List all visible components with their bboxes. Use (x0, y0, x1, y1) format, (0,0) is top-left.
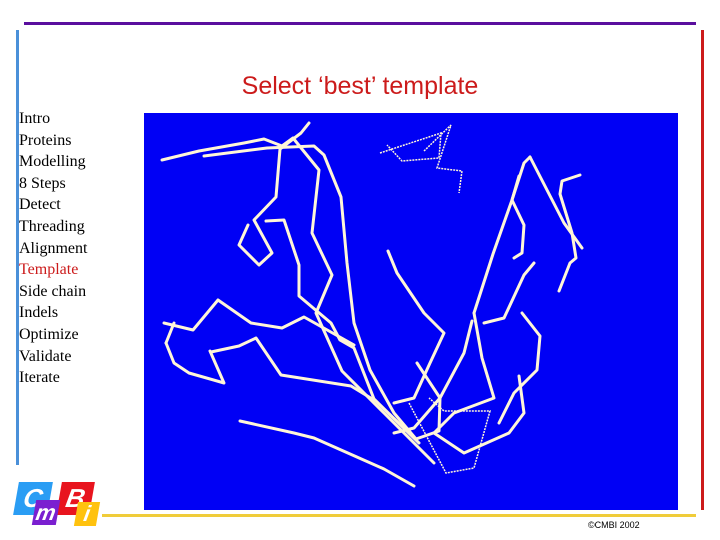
backbone-trace (238, 419, 416, 488)
backbone-trace (482, 261, 536, 325)
logo-tile-i: i (73, 501, 101, 526)
backbone-trace (497, 311, 542, 425)
backbone-trace (392, 319, 474, 435)
backbone-trace (386, 249, 446, 405)
nav-item-iterate[interactable]: Iterate (19, 367, 87, 389)
backbone-trace-dashed (379, 131, 442, 162)
backbone-trace (164, 341, 226, 385)
copyright-footer: ©CMBI 2002 (588, 520, 640, 530)
backbone-trace-figure (160, 121, 584, 488)
logo-tile-m: m (31, 500, 61, 525)
backbone-trace (264, 218, 421, 445)
backbone-trace-dashed (408, 397, 491, 474)
bottom-rule (102, 514, 696, 517)
cmbi-logo: C B m i (13, 480, 101, 528)
nav-item-validate[interactable]: Validate (19, 346, 87, 368)
protein-structure-image (144, 113, 678, 510)
backbone-trace (472, 155, 532, 315)
slide-title-text: Select ‘best’ template (241, 72, 479, 100)
slide-title: Select ‘best’ template (0, 72, 720, 101)
outline-nav: Intro Proteins Modelling 8 Steps Detect … (19, 108, 87, 389)
nav-item-modelling[interactable]: Modelling (19, 151, 87, 173)
nav-item-threading[interactable]: Threading (19, 216, 87, 238)
nav-item-indels[interactable]: Indels (19, 302, 87, 324)
backbone-trace (162, 298, 356, 347)
backbone-trace (528, 155, 584, 250)
nav-item-side-chain[interactable]: Side chain (19, 281, 87, 303)
backbone-trace-dashed (423, 124, 463, 194)
right-rule (701, 30, 704, 510)
nav-item-intro[interactable]: Intro (19, 108, 87, 130)
backbone-trace (164, 321, 176, 345)
backbone-trace (202, 144, 442, 441)
top-rule (24, 22, 696, 25)
backbone-trace (510, 174, 526, 260)
nav-item-optimize[interactable]: Optimize (19, 324, 87, 346)
nav-item-detect[interactable]: Detect (19, 194, 87, 216)
nav-item-proteins[interactable]: Proteins (19, 130, 87, 152)
nav-item-8-steps[interactable]: 8 Steps (19, 173, 87, 195)
backbone-trace (209, 336, 376, 402)
nav-item-template[interactable]: Template (19, 259, 87, 281)
nav-item-alignment[interactable]: Alignment (19, 238, 87, 260)
